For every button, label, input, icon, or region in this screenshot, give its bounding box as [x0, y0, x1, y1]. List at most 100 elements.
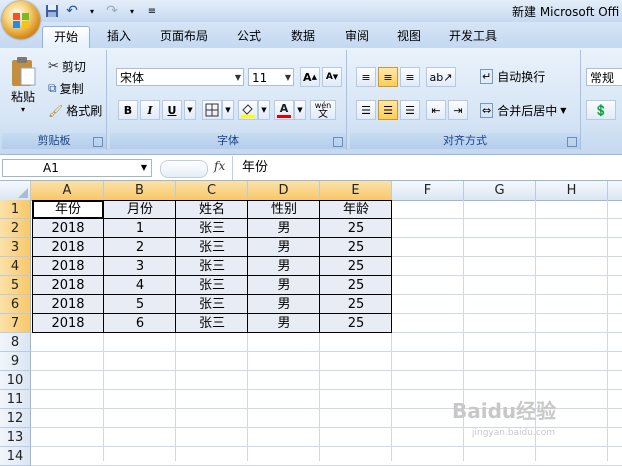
accounting-format-button[interactable]: 💲	[586, 100, 616, 120]
font-color-icon: A	[279, 101, 289, 115]
row-header-12[interactable]: 12	[0, 409, 31, 428]
bold-button[interactable]: B	[118, 100, 138, 120]
column-header-e[interactable]: E	[320, 181, 392, 200]
borders-button[interactable]	[202, 100, 222, 120]
tab-formulas[interactable]: 公式	[226, 26, 272, 47]
active-cell-cursor	[32, 200, 104, 219]
row-header-9[interactable]: 9	[0, 352, 31, 371]
formula-input[interactable]: 年份	[234, 159, 268, 177]
row-header-4[interactable]: 4	[0, 257, 31, 276]
undo-icon[interactable]: ↶	[64, 3, 80, 19]
align-right-button[interactable]: ☰	[400, 100, 420, 120]
orientation-button[interactable]: ab↗	[426, 67, 456, 87]
row-header-2[interactable]: 2	[0, 219, 31, 238]
insert-function-icon[interactable]: fx	[214, 159, 225, 173]
name-box[interactable]: A1 ▼	[2, 159, 152, 177]
fill-color-dropdown-icon[interactable]: ▼	[258, 100, 270, 120]
tab-home[interactable]: 开始	[42, 26, 90, 48]
column-header-f[interactable]: F	[392, 181, 464, 200]
font-name-select[interactable]: 宋体 ▼	[116, 68, 244, 86]
paste-dropdown-icon[interactable]: ▾	[21, 105, 25, 114]
row-header-3[interactable]: 3	[0, 238, 31, 257]
paste-icon	[12, 57, 36, 86]
row-header-7[interactable]: 7	[0, 314, 31, 333]
underline-dropdown-icon[interactable]: ▼	[184, 100, 196, 120]
window-title: 新建 Microsoft Offi	[512, 5, 620, 19]
row-header-1[interactable]: 1	[0, 200, 31, 219]
merge-center-button[interactable]: ⇔ 合并后居中 ▼	[480, 102, 566, 119]
italic-button[interactable]: I	[140, 100, 160, 120]
merge-dropdown-icon[interactable]: ▼	[560, 106, 566, 115]
decrease-indent-icon: ⇤	[431, 103, 441, 117]
decrease-indent-button[interactable]: ⇤	[426, 100, 446, 120]
column-header-c[interactable]: C	[176, 181, 248, 200]
tab-insert[interactable]: 插入	[96, 26, 142, 47]
align-right-icon: ☰	[405, 103, 415, 117]
align-left-icon: ☰	[361, 103, 371, 117]
font-size-select[interactable]: 11 ▼	[248, 68, 294, 86]
office-button[interactable]	[2, 1, 40, 39]
copy-label: 复制	[59, 82, 84, 96]
column-header-b[interactable]: B	[104, 181, 176, 200]
font-color-dropdown-icon[interactable]: ▼	[294, 100, 306, 120]
wrap-text-button[interactable]: ↵ 自动换行	[480, 68, 545, 85]
tab-page-layout[interactable]: 页面布局	[152, 26, 216, 47]
formula-divider	[232, 156, 233, 180]
tab-data[interactable]: 数据	[280, 26, 326, 47]
underline-button[interactable]: U	[162, 100, 182, 120]
clipboard-launcher-icon[interactable]	[93, 137, 103, 147]
row-header-11[interactable]: 11	[0, 390, 31, 409]
paste-label: 粘贴	[10, 90, 35, 104]
grow-font-button[interactable]: A ▲	[300, 67, 320, 87]
phonetic-button[interactable]: wén 文	[310, 100, 336, 120]
row-header-10[interactable]: 10	[0, 371, 31, 390]
align-top-button[interactable]: ≡	[356, 67, 376, 87]
name-box-dropdown-icon[interactable]: ▼	[141, 160, 147, 176]
select-all-button[interactable]	[0, 181, 31, 200]
font-launcher-icon[interactable]	[333, 137, 343, 147]
shrink-font-button[interactable]: A ▼	[322, 67, 342, 87]
formula-expand-handle[interactable]	[160, 160, 208, 178]
redo-icon[interactable]: ↷	[104, 3, 120, 19]
save-icon[interactable]	[44, 3, 60, 19]
copy-button[interactable]: ⧉ 复制	[48, 80, 84, 97]
increase-indent-button[interactable]: ⇥	[448, 100, 468, 120]
redo-dropdown-icon[interactable]: ▾	[124, 3, 140, 19]
tab-review[interactable]: 审阅	[334, 26, 380, 47]
gridline	[31, 446, 622, 447]
tab-view[interactable]: 视图	[386, 26, 432, 47]
select-all-icon	[18, 188, 28, 198]
undo-dropdown-icon[interactable]: ▾	[84, 3, 100, 19]
paste-button[interactable]: 粘贴 ▾	[6, 56, 40, 114]
cut-button[interactable]: ✂ 剪切	[48, 58, 86, 75]
font-color-button[interactable]: A	[274, 100, 294, 120]
row-header-8[interactable]: 8	[0, 333, 31, 352]
row-header-5[interactable]: 5	[0, 276, 31, 295]
align-left-button[interactable]: ☰	[356, 100, 376, 120]
column-header-g[interactable]: G	[464, 181, 536, 200]
align-bottom-button[interactable]: ≡	[400, 67, 420, 87]
format-painter-button[interactable]: 🖌 格式刷	[48, 102, 102, 119]
copy-icon: ⧉	[48, 81, 57, 95]
tab-developer[interactable]: 开发工具	[440, 26, 506, 47]
column-header-d[interactable]: D	[248, 181, 320, 200]
font-group-label: 字体	[110, 133, 346, 149]
scissors-icon: ✂	[48, 59, 59, 74]
row-header-6[interactable]: 6	[0, 295, 31, 314]
gridline	[31, 389, 622, 390]
shrink-font-icon: A	[325, 72, 333, 82]
align-center-icon: ☰	[383, 103, 393, 117]
column-header-h[interactable]: H	[536, 181, 608, 200]
number-format-select[interactable]: 常规	[586, 68, 622, 86]
row-header-13[interactable]: 13	[0, 428, 31, 447]
align-center-button[interactable]: ☰	[378, 100, 398, 120]
fill-color-button[interactable]	[238, 100, 258, 120]
align-bottom-icon: ≡	[405, 70, 415, 84]
alignment-launcher-icon[interactable]	[567, 137, 577, 147]
column-header-a[interactable]: A	[31, 181, 104, 200]
customize-toolbar-icon[interactable]: ≡	[144, 3, 160, 19]
align-middle-button[interactable]: ≡	[378, 67, 398, 87]
formula-bar: A1 ▼ fx 年份	[0, 156, 622, 181]
row-header-14[interactable]: 14	[0, 447, 31, 466]
borders-dropdown-icon[interactable]: ▼	[222, 100, 234, 120]
